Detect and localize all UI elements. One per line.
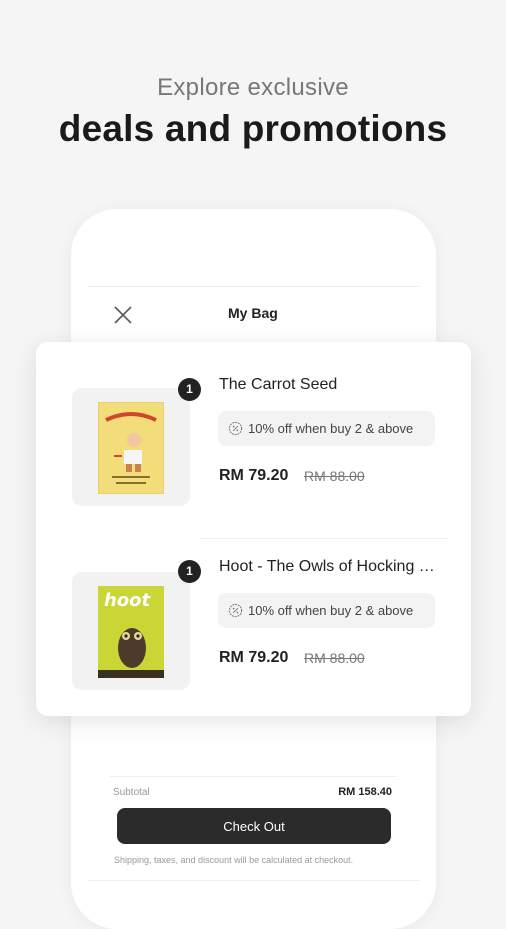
book-cover-carrot-seed	[98, 402, 164, 494]
subtotal-label: Subtotal	[113, 787, 150, 798]
promo-tag[interactable]: 10% off when buy 2 & above	[218, 411, 435, 446]
bag-title: My Bag	[228, 305, 278, 321]
bottom-divider	[88, 880, 420, 881]
original-price: RM 88.00	[304, 468, 365, 484]
bag-header: My Bag	[88, 286, 420, 343]
bag-items-card: 1 The Carrot Seed 10% off when buy 2 & a…	[36, 342, 471, 716]
book-cover-hoot: hoot	[98, 586, 164, 678]
discount-icon	[228, 603, 243, 618]
promo-tag[interactable]: 10% off when buy 2 & above	[218, 593, 435, 628]
bag-item[interactable]: hoot 1 Hoot - The Owls of Hocking Hills …	[36, 524, 471, 694]
headline-subtitle: Explore exclusive	[157, 74, 349, 101]
product-thumbnail[interactable]: hoot	[72, 572, 190, 690]
bag-item[interactable]: 1 The Carrot Seed 10% off when buy 2 & a…	[36, 342, 471, 512]
quantity-badge: 1	[178, 378, 201, 401]
close-icon[interactable]	[111, 303, 135, 327]
checkout-button[interactable]: Check Out	[117, 808, 391, 844]
promo-text: 10% off when buy 2 & above	[248, 603, 414, 618]
svg-text:hoot: hoot	[104, 590, 152, 611]
product-price: RM 79.20	[219, 649, 289, 666]
checkout-note: Shipping, taxes, and discount will be ca…	[114, 855, 354, 865]
footer-divider	[110, 776, 397, 777]
product-title[interactable]: Hoot - The Owls of Hocking Hills	[219, 558, 444, 576]
quantity-badge: 1	[178, 560, 201, 583]
promo-text: 10% off when buy 2 & above	[248, 421, 414, 436]
headline-title: deals and promotions	[58, 108, 448, 149]
subtotal-value: RM 158.40	[338, 786, 392, 798]
product-title[interactable]: The Carrot Seed	[219, 376, 444, 394]
product-thumbnail[interactable]	[72, 388, 190, 506]
original-price: RM 88.00	[304, 650, 365, 666]
product-price: RM 79.20	[219, 467, 289, 484]
discount-icon	[228, 421, 243, 436]
